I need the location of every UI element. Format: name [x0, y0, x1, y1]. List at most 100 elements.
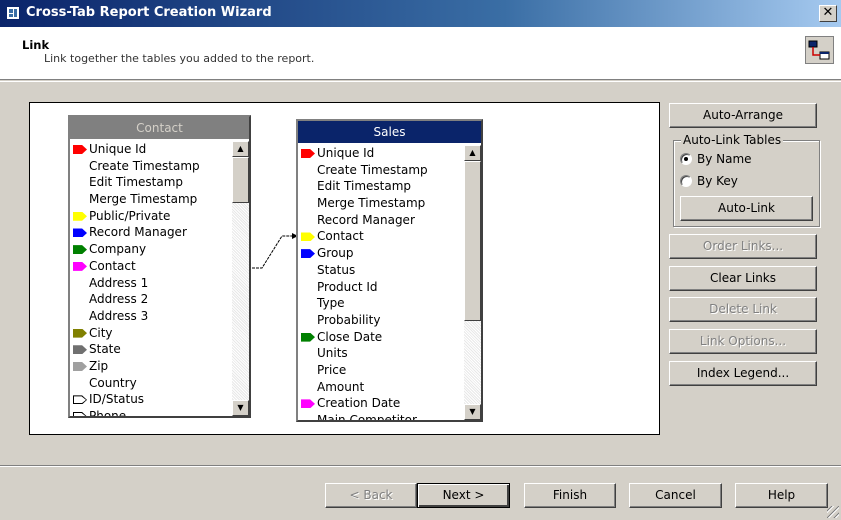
field-label: Address 1 [89, 275, 149, 290]
index-tag-icon [73, 345, 87, 355]
field-label: City [89, 325, 113, 340]
index-tag-icon [301, 332, 315, 342]
index-tag-icon [73, 328, 87, 338]
index-tag-icon [73, 245, 87, 255]
field-label: Merge Timestamp [317, 196, 426, 211]
order-links-button[interactable]: Order Links... [669, 234, 817, 259]
index-tag-icon [73, 361, 87, 371]
field-label: Status [317, 262, 356, 277]
sales-table[interactable]: Sales Unique Id Create Timestamp Edit Time… [296, 119, 483, 422]
link-tables-icon [805, 36, 834, 64]
index-tag-icon [301, 249, 315, 259]
field-label: Zip [89, 358, 109, 373]
contact-scrollbar[interactable]: ▲ ▼ [232, 141, 249, 416]
auto-arrange-button[interactable]: Auto-Arrange [669, 103, 817, 128]
sales-table-title[interactable]: Sales [298, 121, 481, 143]
scroll-down-button[interactable]: ▼ [464, 404, 481, 420]
field-label: Record Manager [317, 212, 415, 227]
field-row[interactable]: Units [298, 345, 460, 362]
field-row[interactable]: Close Date [298, 329, 460, 346]
field-row[interactable]: Unique Id [298, 145, 460, 162]
field-row[interactable]: Price [298, 362, 460, 379]
field-label: Contact [89, 258, 136, 273]
field-row[interactable]: Record Manager [70, 224, 232, 241]
field-row[interactable]: Contact [70, 258, 232, 275]
field-row[interactable]: Probability [298, 312, 460, 329]
wizard-header: Link Link together the tables you added … [0, 27, 841, 80]
auto-link-button[interactable]: Auto-Link [680, 196, 813, 221]
field-row[interactable]: Contact [298, 228, 460, 245]
link-options-button[interactable]: Link Options... [669, 329, 817, 354]
help-button[interactable]: Help [735, 483, 828, 508]
field-label: Group [317, 246, 354, 261]
header-divider [0, 81, 841, 82]
next-button[interactable]: Next > [417, 483, 510, 508]
close-button[interactable]: ✕ [819, 5, 837, 22]
field-label: Main Competitor [317, 413, 417, 420]
field-label: Create Timestamp [89, 158, 200, 173]
sales-scrollbar[interactable]: ▲ ▼ [464, 145, 481, 420]
field-row[interactable]: Record Manager [298, 212, 460, 229]
field-row[interactable]: Group [298, 245, 460, 262]
index-tag-icon [73, 145, 87, 154]
field-row[interactable]: Edit Timestamp [70, 174, 232, 191]
index-tag-icon [73, 395, 87, 405]
field-row[interactable]: Creation Date [298, 395, 460, 412]
by-name-label[interactable]: By Name [697, 152, 752, 166]
field-label: Record Manager [89, 225, 187, 240]
field-row[interactable]: Create Timestamp [298, 162, 460, 179]
scroll-thumb[interactable] [232, 157, 249, 203]
clear-links-button[interactable]: Clear Links [669, 266, 817, 291]
field-row[interactable]: Zip [70, 358, 232, 375]
field-row[interactable]: Merge Timestamp [298, 195, 460, 212]
field-row[interactable]: ID/Status [70, 391, 232, 408]
field-label: Type [317, 296, 345, 311]
field-row[interactable]: State [70, 341, 232, 358]
field-row[interactable]: Phone [70, 408, 232, 416]
field-row[interactable]: Company [70, 241, 232, 258]
field-row[interactable]: Main Competitor [298, 412, 460, 420]
scroll-down-button[interactable]: ▼ [232, 400, 249, 416]
field-row[interactable]: Address 3 [70, 308, 232, 325]
sales-field-list[interactable]: Unique Id Create Timestamp Edit Timestamp M… [298, 145, 460, 420]
contact-field-list[interactable]: Unique Id Create Timestamp Edit Timestamp M… [70, 141, 232, 416]
index-tag-icon [73, 261, 87, 271]
contact-table-title[interactable]: Contact [70, 117, 249, 139]
by-key-radio[interactable] [680, 175, 692, 187]
field-row[interactable]: Create Timestamp [70, 158, 232, 175]
field-row[interactable]: Merge Timestamp [70, 191, 232, 208]
field-row[interactable]: Country [70, 375, 232, 392]
field-label: Merge Timestamp [89, 192, 198, 207]
scroll-up-button[interactable]: ▲ [464, 145, 481, 161]
field-row[interactable]: Address 1 [70, 275, 232, 292]
field-label: Close Date [317, 329, 383, 344]
resize-grip-icon[interactable] [827, 506, 839, 518]
field-label: Price [317, 362, 347, 377]
field-row[interactable]: Type [298, 295, 460, 312]
field-row[interactable]: Edit Timestamp [298, 178, 460, 195]
delete-link-button[interactable]: Delete Link [669, 297, 817, 322]
scroll-up-button[interactable]: ▲ [232, 141, 249, 157]
field-row[interactable]: Amount [298, 379, 460, 396]
field-row[interactable]: Status [298, 262, 460, 279]
by-name-radio[interactable] [680, 153, 692, 165]
back-button[interactable]: < Back [325, 483, 417, 508]
link-canvas[interactable]: Contact Unique Id Create Timestamp Edit Ti… [29, 102, 660, 435]
scroll-thumb[interactable] [464, 161, 481, 321]
field-row[interactable]: Address 2 [70, 291, 232, 308]
field-row[interactable]: Public/Private [70, 208, 232, 225]
field-row[interactable]: Product Id [298, 279, 460, 296]
field-row[interactable]: Unique Id [70, 141, 232, 158]
field-label: Edit Timestamp [89, 175, 184, 190]
finish-button[interactable]: Finish [524, 483, 616, 508]
contact-table[interactable]: Contact Unique Id Create Timestamp Edit Ti… [68, 115, 251, 418]
window-title: Cross-Tab Report Creation Wizard [26, 5, 272, 20]
index-legend-button[interactable]: Index Legend... [669, 361, 817, 386]
by-key-label[interactable]: By Key [697, 174, 738, 188]
field-label: Creation Date [317, 396, 401, 411]
field-label: Unique Id [89, 142, 147, 156]
cancel-button[interactable]: Cancel [629, 483, 722, 508]
field-label: Create Timestamp [317, 162, 428, 177]
field-row[interactable]: City [70, 325, 232, 342]
field-label: Phone [89, 409, 127, 416]
